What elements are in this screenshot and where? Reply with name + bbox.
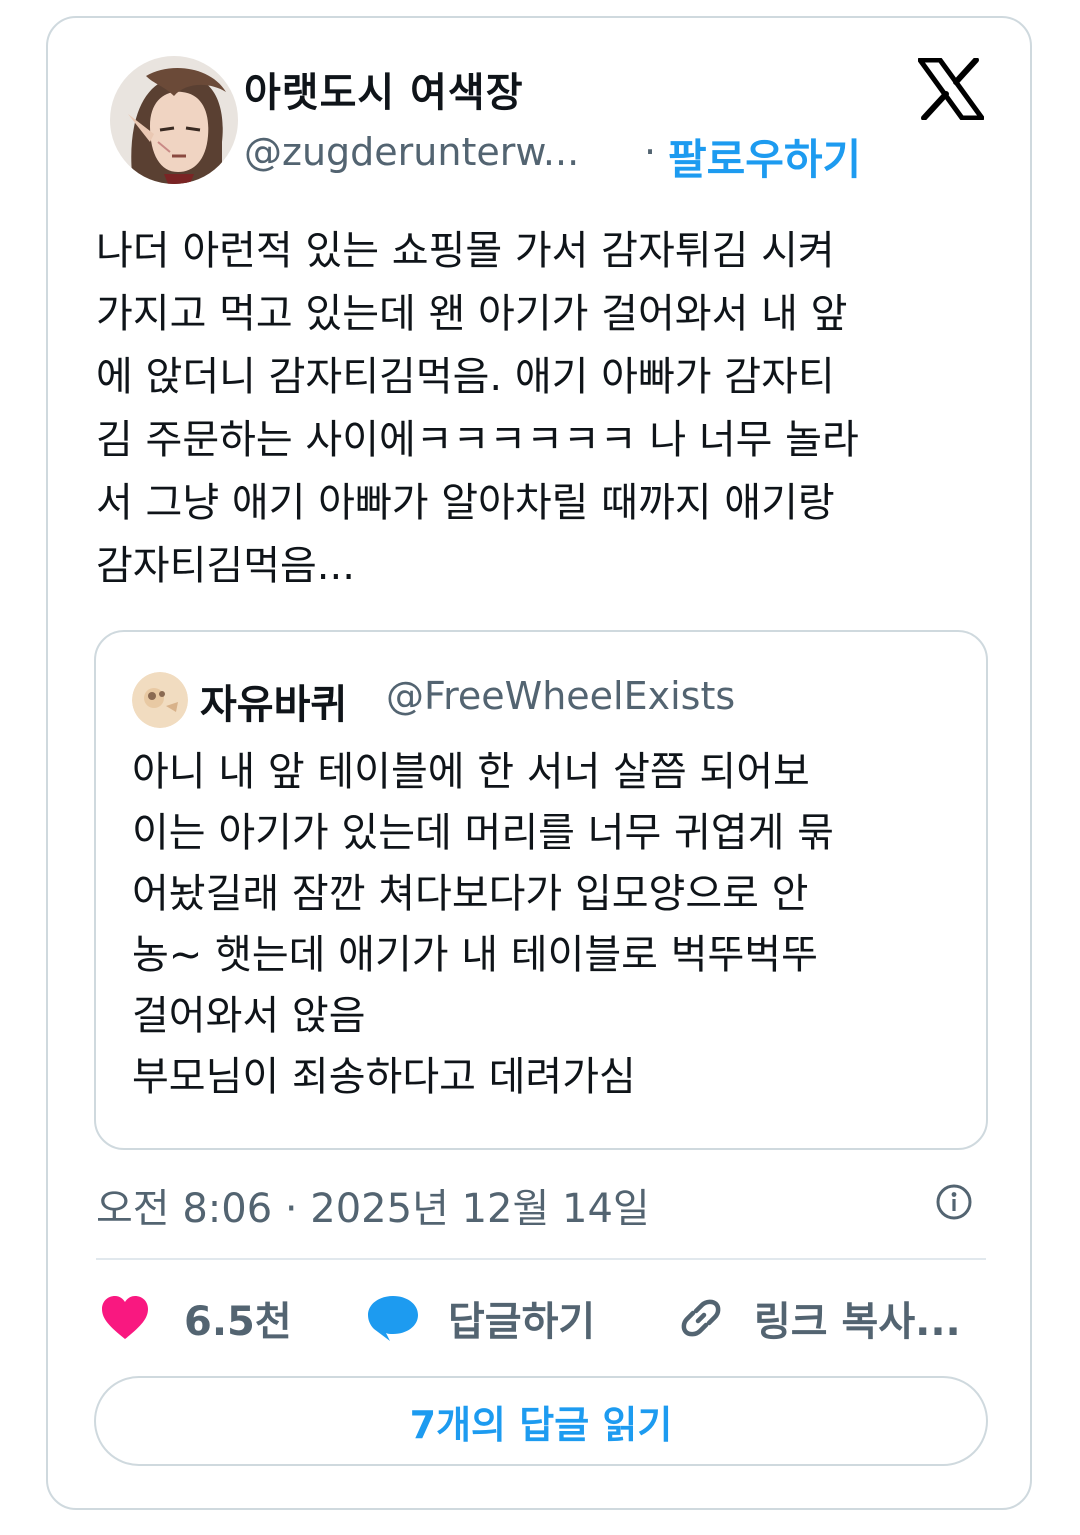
divider <box>96 1258 986 1260</box>
tweet-text: 나더 아런적 있는 쇼핑몰 가서 감자튀김 시켜 가지고 먹고 있는데 왠 아기… <box>96 228 859 589</box>
link-icon <box>681 1299 721 1337</box>
info-icon[interactable] <box>934 1182 974 1222</box>
tweet-embed-card: 아랫도시 여색장 @zugderunterw... · 팔로우하기 나더 아런적… <box>46 16 1032 1510</box>
tweet-timestamp[interactable]: 오전 8:06 · 2025년 12월 14일 <box>96 1176 650 1234</box>
quoted-tweet-text: 아니 내 앞 테이블에 한 서너 살쯤 되어보 이는 아기가 있는데 머리를 너… <box>132 749 834 1100</box>
quoted-tweet[interactable]: 자유바퀴 @FreeWheelExists 아니 내 앞 테이블에 한 서너 살… <box>94 630 988 1150</box>
quoted-author-avatar[interactable] <box>132 672 188 728</box>
copy-link-button[interactable]: 링크 복사... <box>676 1288 961 1348</box>
author-handle[interactable]: @zugderunterw... <box>244 130 579 174</box>
like-button[interactable]: 6.5천 <box>100 1288 292 1348</box>
follow-button[interactable]: 팔로우하기 <box>668 126 861 187</box>
reply-button[interactable]: 답글하기 <box>366 1288 595 1348</box>
author-avatar[interactable] <box>110 56 238 184</box>
heart-icon <box>102 1296 148 1339</box>
quoted-author-display-name[interactable]: 자유바퀴 <box>200 672 347 730</box>
reply-label: 답글하기 <box>448 1299 596 1345</box>
x-logo-icon[interactable] <box>917 57 985 121</box>
separator-dot: · <box>644 130 657 174</box>
speech-bubble-icon <box>368 1296 418 1341</box>
author-display-name[interactable]: 아랫도시 여색장 <box>244 60 524 118</box>
quoted-author-handle[interactable]: @FreeWheelExists <box>386 674 735 718</box>
read-replies-button[interactable]: 7개의 답글 읽기 <box>94 1376 988 1466</box>
copy-link-label: 링크 복사... <box>754 1299 961 1345</box>
like-count: 6.5천 <box>184 1299 292 1345</box>
